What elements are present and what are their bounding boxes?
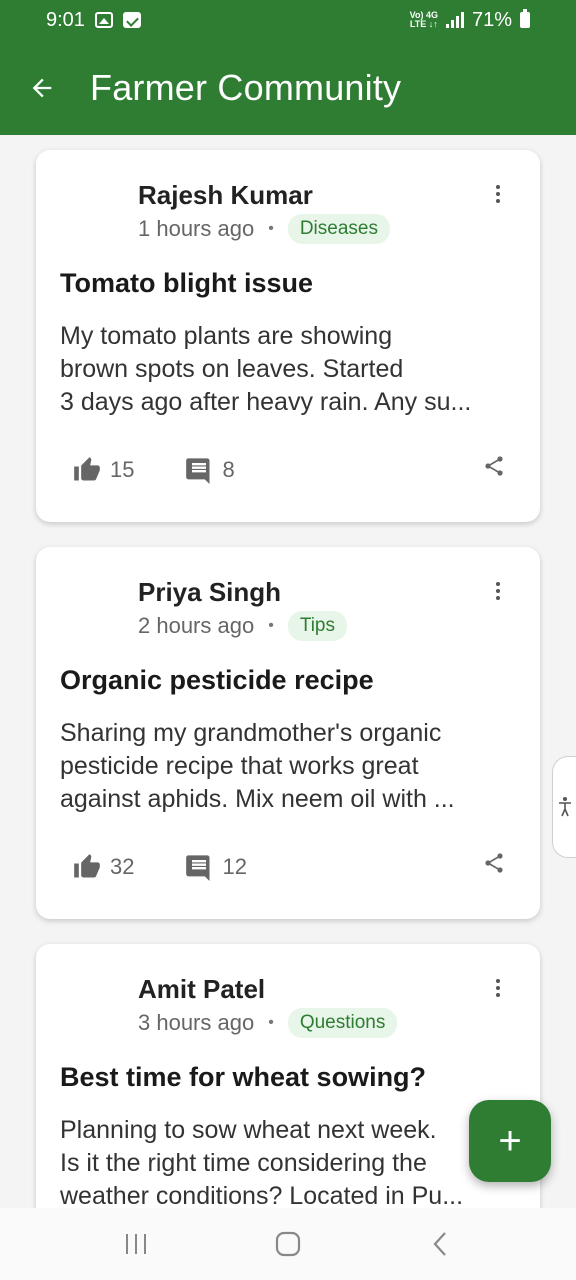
category-tag[interactable]: Questions — [287, 1008, 398, 1038]
post-actions: 32 12 — [72, 849, 516, 885]
share-icon — [485, 456, 503, 476]
more-options-button[interactable] — [486, 976, 510, 1000]
comment-count: 12 — [222, 854, 247, 879]
battery-percent: 71% — [471, 8, 512, 31]
like-button[interactable]: 32 — [72, 853, 134, 881]
comment-button[interactable]: 12 — [184, 853, 247, 881]
category-tag[interactable]: Diseases — [287, 214, 390, 244]
post-header: Amit Patel 3 hours ago • Questions — [36, 944, 540, 1059]
back-button[interactable] — [0, 40, 84, 135]
page-title: Farmer Community — [90, 66, 402, 108]
share-button[interactable] — [482, 454, 510, 482]
system-nav-bar — [0, 1208, 576, 1280]
post-card[interactable]: Rajesh Kumar 1 hours ago • Diseases Toma… — [36, 150, 540, 522]
post-author[interactable]: Amit Patel — [138, 974, 265, 1005]
post-body-line: brown spots on leaves. Started — [60, 355, 404, 383]
status-left: 9:01 — [46, 9, 141, 32]
app-bar: Farmer Community — [0, 40, 576, 135]
accessibility-icon — [558, 797, 571, 817]
signal-icon — [445, 12, 464, 28]
post-title: Organic pesticide recipe — [60, 665, 374, 695]
post-card[interactable]: Priya Singh 2 hours ago • Tips Organic p… — [36, 547, 540, 919]
post-actions: 15 8 — [72, 452, 516, 488]
post-body-line: Planning to sow wheat next week. — [60, 1116, 437, 1144]
recent-apps-icon — [126, 1234, 146, 1254]
comment-button[interactable]: 8 — [184, 456, 235, 484]
network-type-bottom: LTE ↓↑ — [409, 19, 438, 29]
thumbs-up-icon — [74, 457, 100, 481]
separator-dot: • — [268, 220, 274, 237]
more-options-button[interactable] — [486, 182, 510, 206]
comment-count: 8 — [222, 457, 235, 482]
post-title: Best time for wheat sowing? — [60, 1062, 427, 1092]
status-bar: 9:01 Vo) 4G LTE ↓↑ 71% — [0, 0, 576, 40]
post-time: 2 hours ago — [138, 613, 255, 638]
like-button[interactable]: 15 — [72, 456, 134, 484]
post-body-line: against aphids. Mix neem oil with ... — [60, 785, 455, 813]
new-post-fab[interactable]: + — [469, 1100, 551, 1182]
comment-icon — [186, 855, 210, 881]
plus-icon: + — [498, 1118, 522, 1163]
like-count: 32 — [110, 854, 135, 879]
status-right: Vo) 4G LTE ↓↑ 71% — [410, 9, 530, 32]
thumbs-up-icon — [74, 854, 100, 878]
post-header: Rajesh Kumar 1 hours ago • Diseases — [36, 150, 540, 265]
comment-icon — [186, 458, 210, 484]
network-type-icon: Vo) 4G LTE ↓↑ — [410, 11, 438, 29]
post-body: My tomato plants are showing brown spots… — [60, 320, 510, 419]
post-body-line: pesticide recipe that works great — [60, 752, 419, 780]
post-body: Sharing my grandmother's organic pestici… — [60, 717, 510, 816]
more-options-button[interactable] — [486, 579, 510, 603]
post-body-line: Is it the right time considering the — [60, 1149, 427, 1177]
status-time: 9:01 — [46, 8, 85, 31]
like-count: 15 — [110, 457, 135, 482]
post-author[interactable]: Priya Singh — [138, 577, 281, 608]
check-notification-icon — [122, 12, 141, 28]
post-body: Planning to sow wheat next week. Is it t… — [60, 1114, 510, 1208]
separator-dot: • — [268, 1014, 274, 1031]
post-header: Priya Singh 2 hours ago • Tips — [36, 547, 540, 662]
recent-apps-button[interactable] — [106, 1214, 166, 1274]
post-meta: 3 hours ago • Questions — [138, 1008, 398, 1038]
system-back-button[interactable] — [410, 1214, 470, 1274]
post-title: Tomato blight issue — [60, 268, 314, 298]
post-time: 1 hours ago — [138, 216, 255, 241]
post-body-line: 3 days ago after heavy rain. Any su... — [60, 388, 472, 416]
post-card[interactable]: Amit Patel 3 hours ago • Questions Best … — [36, 944, 540, 1208]
share-icon — [485, 853, 503, 873]
post-author[interactable]: Rajesh Kumar — [138, 180, 313, 211]
accessibility-shortcut[interactable] — [552, 756, 576, 858]
post-body-line: weather conditions? Located in Pu... — [60, 1182, 464, 1208]
home-icon — [275, 1231, 301, 1257]
post-meta: 1 hours ago • Diseases — [138, 214, 390, 244]
share-button[interactable] — [482, 851, 510, 879]
chevron-left-icon — [433, 1232, 446, 1256]
gallery-notification-icon — [94, 12, 113, 28]
post-body-line: My tomato plants are showing — [60, 322, 393, 350]
post-time: 3 hours ago — [138, 1010, 255, 1035]
arrow-left-icon — [32, 78, 52, 97]
post-body-line: Sharing my grandmother's organic — [60, 719, 442, 747]
battery-icon — [520, 9, 530, 28]
home-button[interactable] — [258, 1214, 318, 1274]
category-tag[interactable]: Tips — [287, 611, 348, 641]
separator-dot: • — [268, 617, 274, 634]
post-feed[interactable]: Rajesh Kumar 1 hours ago • Diseases Toma… — [0, 135, 576, 1208]
post-meta: 2 hours ago • Tips — [138, 611, 348, 641]
